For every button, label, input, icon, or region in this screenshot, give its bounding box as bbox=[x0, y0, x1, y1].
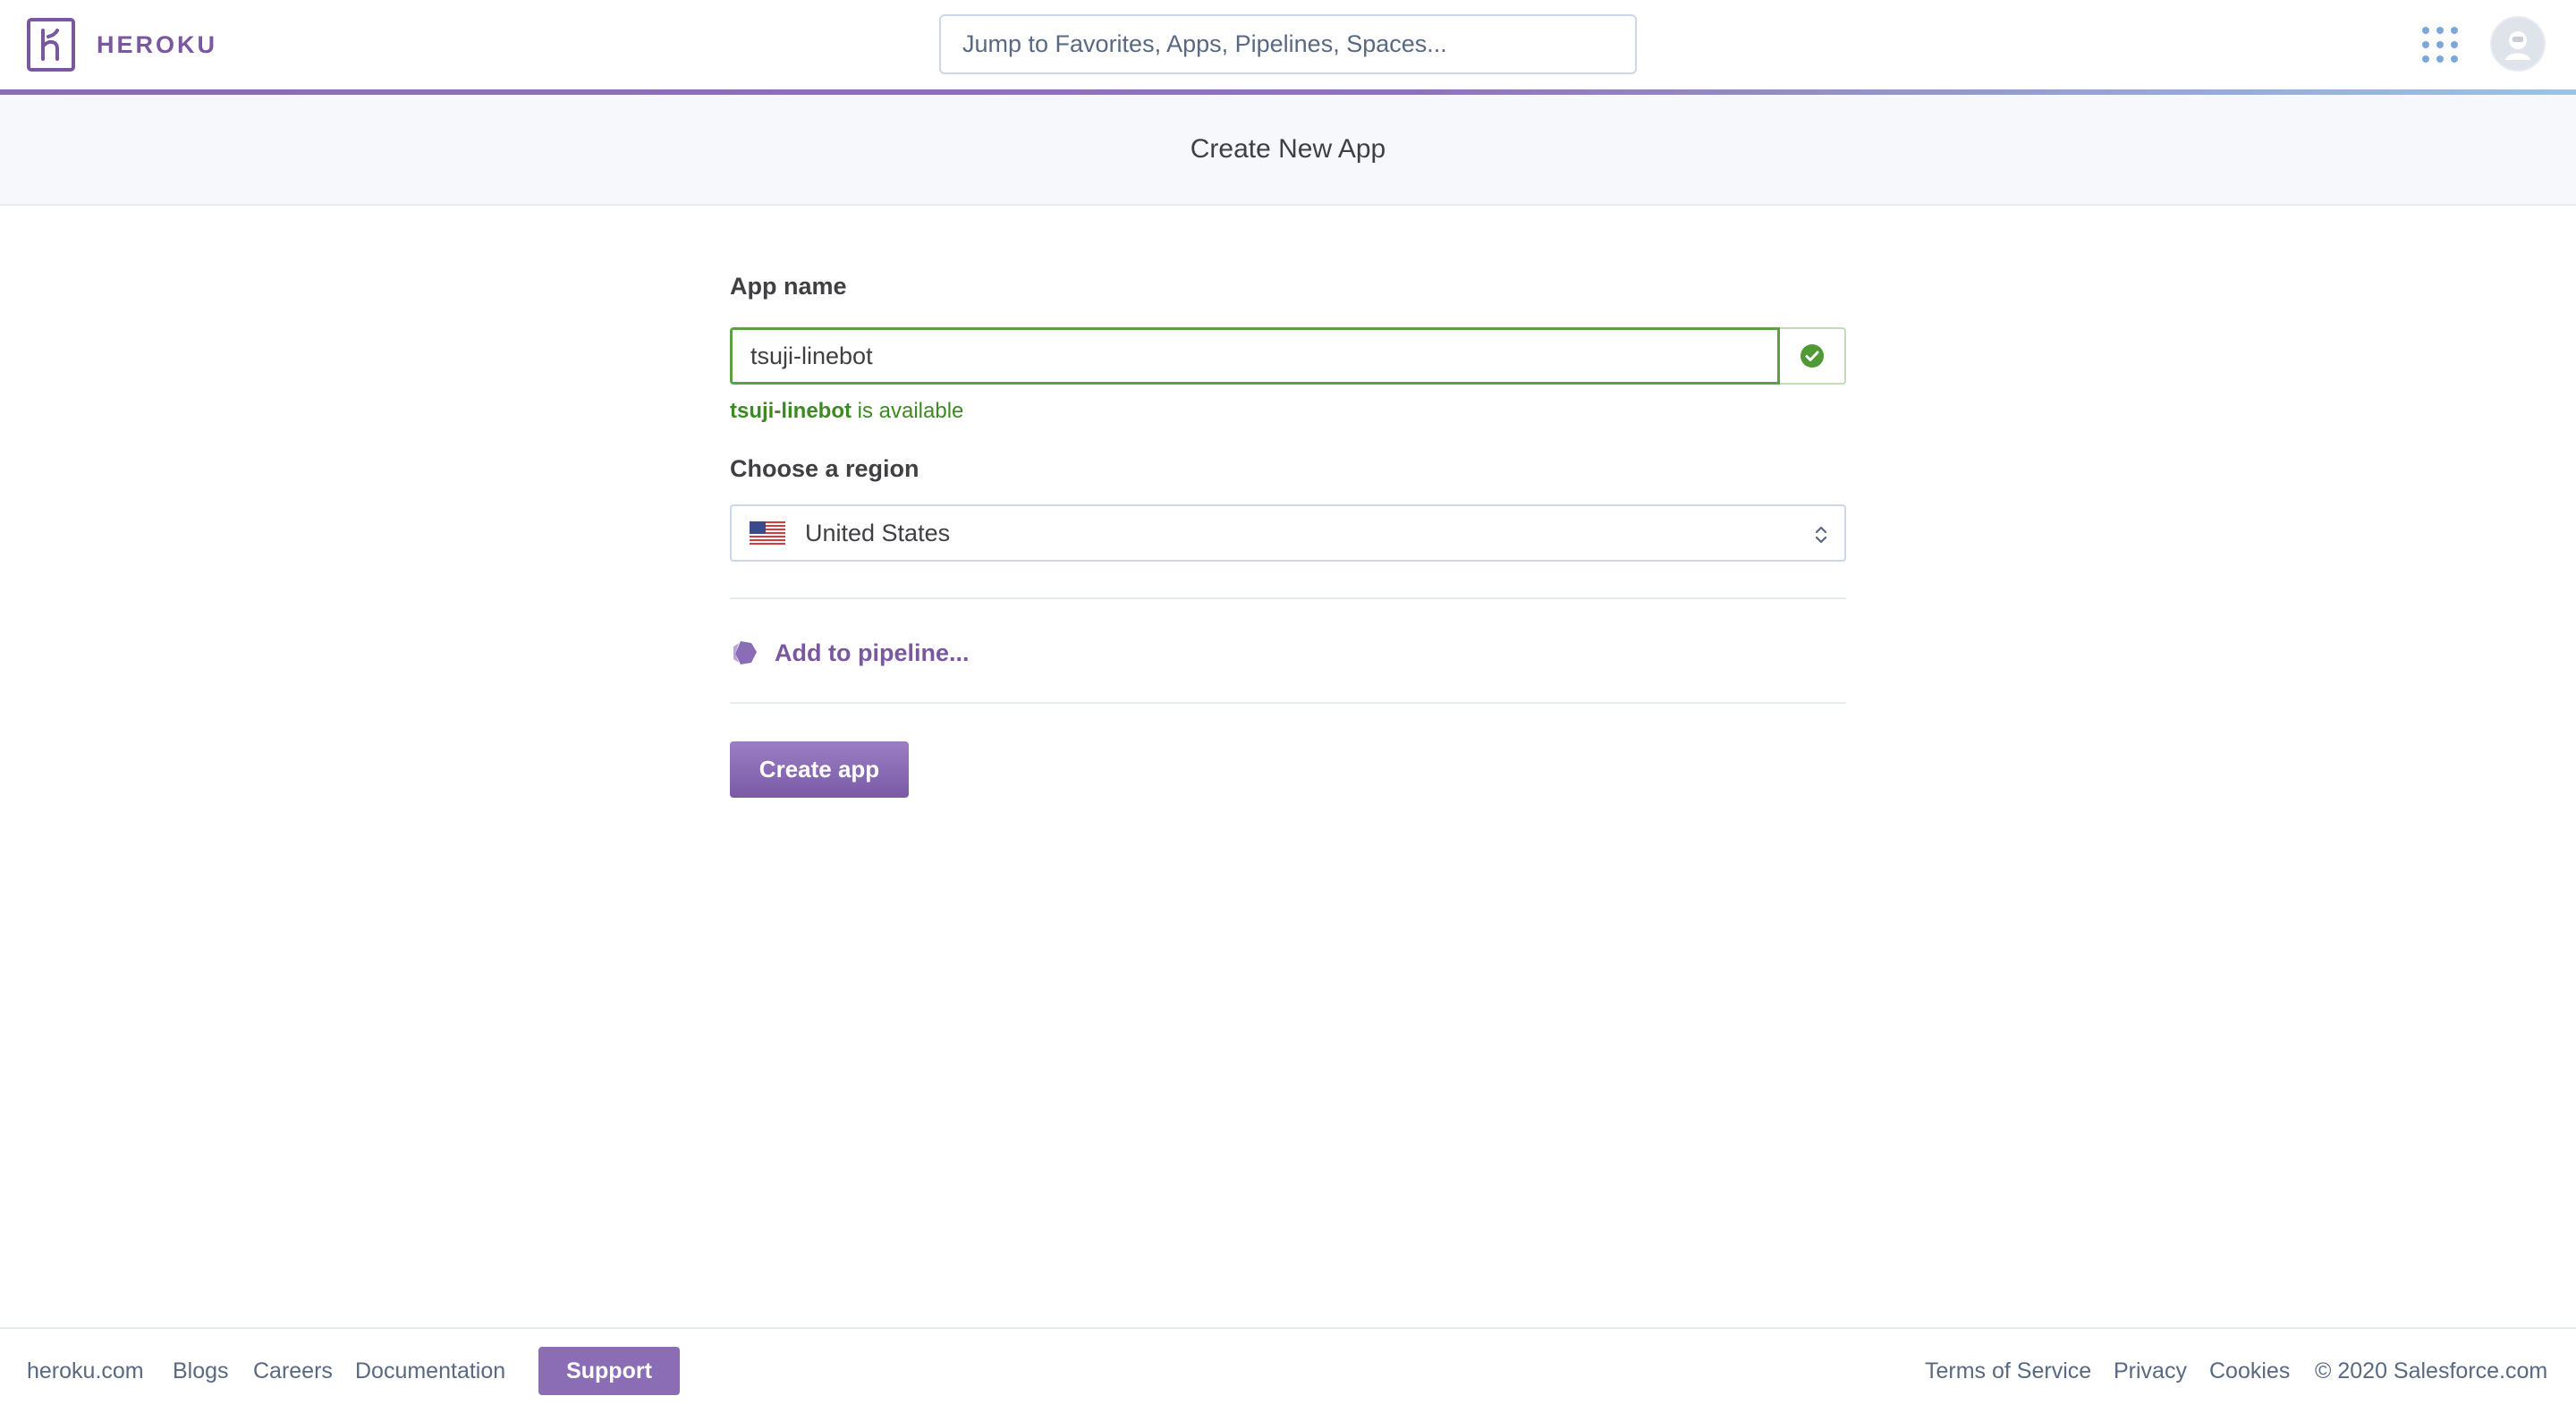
create-app-button[interactable]: Create app bbox=[730, 741, 909, 798]
heroku-logo-icon bbox=[27, 18, 75, 72]
footer-copyright: © 2020 Salesforce.com bbox=[2315, 1358, 2548, 1383]
footer-link-careers[interactable]: Careers bbox=[253, 1329, 333, 1413]
pipeline-icon bbox=[733, 641, 757, 664]
footer-link-documentation[interactable]: Documentation bbox=[355, 1329, 505, 1413]
select-chevron-icon bbox=[1815, 526, 1827, 544]
heroku-logo[interactable]: HEROKU bbox=[27, 18, 217, 72]
app-name-input[interactable] bbox=[730, 327, 1780, 385]
form-divider bbox=[730, 597, 1846, 599]
create-app-form: App name tsuji-linebot is available Choo… bbox=[730, 268, 1846, 798]
user-avatar-icon bbox=[2505, 31, 2530, 60]
footer: heroku.com Blogs Careers Documentation S… bbox=[0, 1327, 2576, 1411]
availability-message: tsuji-linebot is available bbox=[730, 395, 963, 427]
availability-text: is available bbox=[851, 399, 964, 423]
add-to-pipeline-label: Add to pipeline... bbox=[775, 639, 970, 666]
name-available-check-icon bbox=[1780, 327, 1846, 385]
apps-grid-icon[interactable] bbox=[2422, 27, 2458, 63]
footer-link-terms[interactable]: Terms of Service bbox=[1925, 1329, 2091, 1413]
footer-link-blogs[interactable]: Blogs bbox=[173, 1329, 229, 1413]
avatar-icon[interactable] bbox=[2490, 16, 2546, 72]
form-divider bbox=[730, 702, 1846, 704]
app-name-row bbox=[730, 327, 1846, 385]
footer-link-cookies[interactable]: Cookies bbox=[2209, 1329, 2290, 1413]
add-to-pipeline-link[interactable]: Add to pipeline... bbox=[730, 635, 970, 671]
page-title: Create New App bbox=[1190, 134, 1386, 164]
page-subheader: Create New App bbox=[0, 95, 2576, 206]
footer-link-privacy[interactable]: Privacy bbox=[2114, 1329, 2187, 1413]
region-label: Choose a region bbox=[730, 455, 919, 482]
us-flag-icon bbox=[750, 521, 785, 545]
footer-link-heroku-com[interactable]: heroku.com bbox=[27, 1329, 144, 1413]
region-value: United States bbox=[805, 519, 951, 546]
search-input[interactable] bbox=[939, 14, 1637, 74]
brand-name: HEROKU bbox=[97, 30, 218, 58]
available-app-name: tsuji-linebot bbox=[730, 399, 852, 423]
support-button[interactable]: Support bbox=[538, 1347, 680, 1395]
app-name-label: App name bbox=[730, 273, 847, 300]
top-navbar: HEROKU bbox=[0, 0, 2576, 89]
region-select[interactable]: United States bbox=[730, 504, 1846, 562]
